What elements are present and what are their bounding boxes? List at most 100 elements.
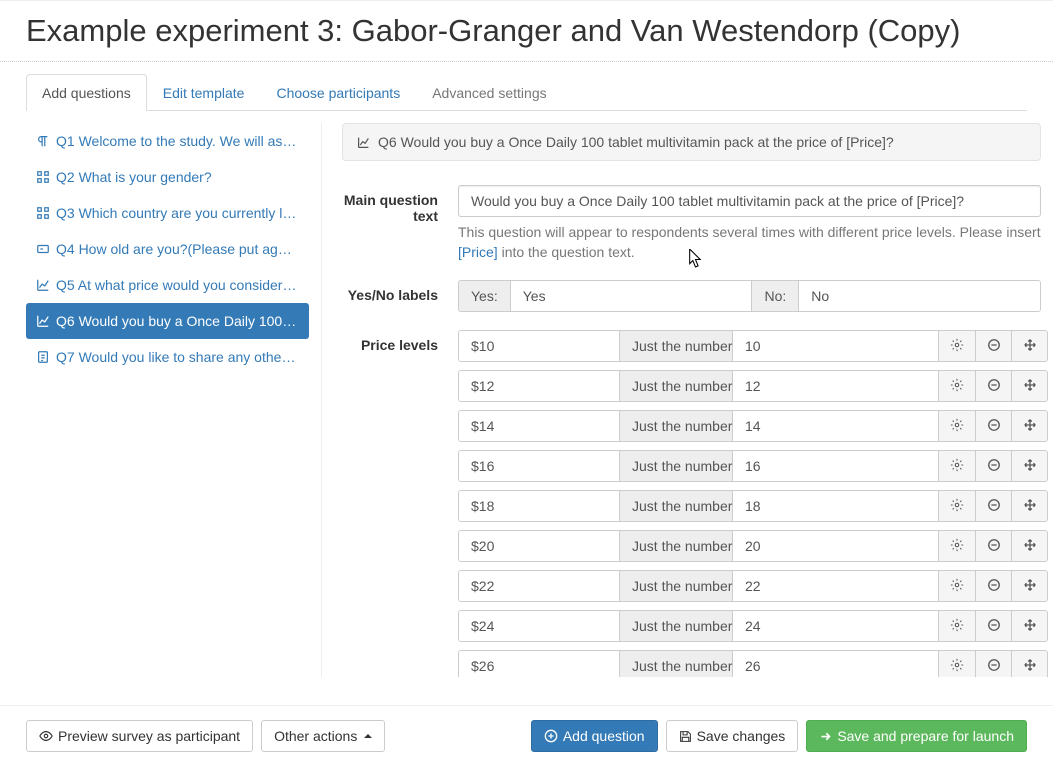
chart-icon	[36, 314, 50, 328]
price-level-row: Just the number:	[458, 410, 1048, 442]
price-level-row: Just the number:	[458, 450, 1048, 482]
tab-add-questions[interactable]: Add questions	[26, 74, 147, 111]
sidebar-item-q3[interactable]: Q3 Which country are you currently livin…	[26, 195, 309, 231]
price-token-link[interactable]: [Price]	[458, 244, 498, 260]
remove-button[interactable]	[975, 371, 1011, 401]
gear-button[interactable]	[939, 571, 975, 601]
move-button[interactable]	[1011, 451, 1047, 481]
just-number-addon: Just the number:	[619, 371, 733, 401]
gear-icon	[950, 378, 964, 395]
price-level-row: Just the number:	[458, 610, 1048, 642]
notes-icon	[36, 350, 50, 364]
sidebar-item-q2[interactable]: Q2 What is your gender?	[26, 159, 309, 195]
paragraph-icon	[36, 134, 50, 148]
move-icon	[1023, 498, 1037, 515]
sidebar-item-label: Q3 Which country are you currently livin…	[56, 205, 299, 221]
sidebar-item-q5[interactable]: Q5 At what price would you consider 1,…	[26, 267, 309, 303]
sidebar-item-q1[interactable]: Q1 Welcome to the study. We will ask y…	[26, 123, 309, 159]
minus-circle-icon	[987, 538, 1001, 555]
arrow-right-icon	[819, 730, 832, 743]
gear-button[interactable]	[939, 411, 975, 441]
price-number-input[interactable]	[733, 491, 938, 521]
price-display-input[interactable]	[459, 651, 619, 677]
price-display-input[interactable]	[459, 371, 619, 401]
price-number-input[interactable]	[733, 451, 938, 481]
tab-bar: Add questionsEdit templateChoose partici…	[26, 74, 1027, 111]
no-input[interactable]	[799, 281, 1040, 311]
text-icon	[36, 242, 50, 256]
move-button[interactable]	[1011, 611, 1047, 641]
price-number-input[interactable]	[733, 331, 938, 361]
move-icon	[1023, 458, 1037, 475]
save-changes-button[interactable]: Save changes	[666, 720, 799, 752]
sidebar-item-label: Q4 How old are you?(Please put age in…	[56, 241, 299, 257]
gear-button[interactable]	[939, 611, 975, 641]
remove-button[interactable]	[975, 451, 1011, 481]
price-display-input[interactable]	[459, 451, 619, 481]
remove-button[interactable]	[975, 531, 1011, 561]
price-display-input[interactable]	[459, 531, 619, 561]
sidebar-item-label: Q5 At what price would you consider 1,…	[56, 277, 299, 293]
price-number-input[interactable]	[733, 371, 938, 401]
price-number-input[interactable]	[733, 651, 938, 677]
gear-button[interactable]	[939, 531, 975, 561]
price-level-row: Just the number:	[458, 490, 1048, 522]
move-button[interactable]	[1011, 331, 1047, 361]
price-number-input[interactable]	[733, 411, 938, 441]
grid-icon	[36, 206, 50, 220]
save-icon	[679, 730, 692, 743]
price-number-input[interactable]	[733, 571, 938, 601]
save-launch-button[interactable]: Save and prepare for launch	[806, 720, 1027, 752]
minus-circle-icon	[987, 498, 1001, 515]
price-display-input[interactable]	[459, 611, 619, 641]
minus-circle-icon	[987, 618, 1001, 635]
no-addon: No:	[751, 281, 799, 311]
just-number-addon: Just the number:	[619, 411, 733, 441]
other-actions-button[interactable]: Other actions	[261, 720, 385, 752]
move-button[interactable]	[1011, 491, 1047, 521]
yesno-label: Yes/No labels	[342, 280, 458, 303]
sidebar-item-q6[interactable]: Q6 Would you buy a Once Daily 100 ta…	[26, 303, 309, 339]
sidebar-item-q7[interactable]: Q7 Would you like to share any other th…	[26, 339, 309, 375]
move-button[interactable]	[1011, 371, 1047, 401]
minus-circle-icon	[987, 458, 1001, 475]
price-display-input[interactable]	[459, 331, 619, 361]
price-number-input[interactable]	[733, 531, 938, 561]
preview-button[interactable]: Preview survey as participant	[26, 720, 253, 752]
remove-button[interactable]	[975, 651, 1011, 677]
move-icon	[1023, 338, 1037, 355]
price-level-row: Just the number:	[458, 650, 1048, 677]
gear-button[interactable]	[939, 491, 975, 521]
main-question-input[interactable]	[458, 185, 1041, 217]
remove-button[interactable]	[975, 571, 1011, 601]
gear-icon	[950, 458, 964, 475]
move-button[interactable]	[1011, 411, 1047, 441]
add-question-button[interactable]: Add question	[531, 720, 658, 752]
sidebar-item-label: Q7 Would you like to share any other th…	[56, 349, 299, 365]
price-display-input[interactable]	[459, 411, 619, 441]
remove-button[interactable]	[975, 611, 1011, 641]
yes-input[interactable]	[511, 281, 752, 311]
sidebar-item-q4[interactable]: Q4 How old are you?(Please put age in…	[26, 231, 309, 267]
minus-circle-icon	[987, 338, 1001, 355]
remove-button[interactable]	[975, 331, 1011, 361]
remove-button[interactable]	[975, 411, 1011, 441]
question-header: Q6 Would you buy a Once Daily 100 tablet…	[342, 123, 1041, 161]
gear-icon	[950, 658, 964, 675]
gear-button[interactable]	[939, 451, 975, 481]
question-header-text: Q6 Would you buy a Once Daily 100 tablet…	[378, 134, 894, 150]
main-question-help: This question will appear to respondents…	[458, 223, 1041, 262]
move-button[interactable]	[1011, 651, 1047, 677]
remove-button[interactable]	[975, 491, 1011, 521]
gear-button[interactable]	[939, 371, 975, 401]
tab-choose-participants[interactable]: Choose participants	[260, 74, 416, 111]
gear-button[interactable]	[939, 331, 975, 361]
move-icon	[1023, 418, 1037, 435]
price-display-input[interactable]	[459, 571, 619, 601]
move-button[interactable]	[1011, 571, 1047, 601]
price-display-input[interactable]	[459, 491, 619, 521]
move-button[interactable]	[1011, 531, 1047, 561]
price-number-input[interactable]	[733, 611, 938, 641]
gear-button[interactable]	[939, 651, 975, 677]
tab-edit-template[interactable]: Edit template	[147, 74, 261, 111]
